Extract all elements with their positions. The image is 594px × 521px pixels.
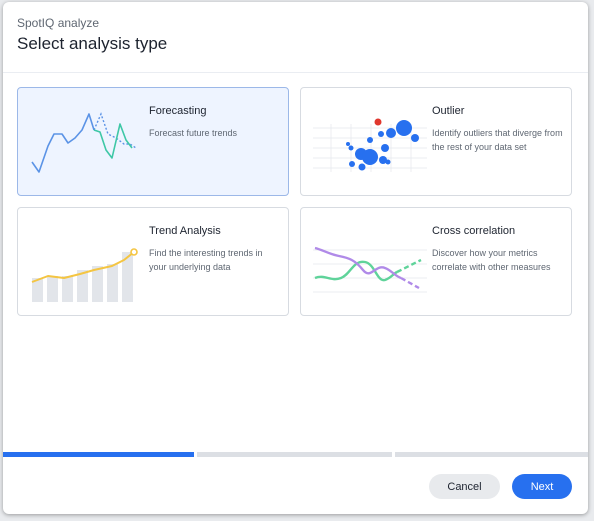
analysis-dialog: SpotIQ analyze Select analysis type Fore…: [3, 2, 588, 514]
progress-step-1: [3, 452, 194, 457]
next-button[interactable]: Next: [512, 474, 572, 499]
card-forecasting[interactable]: Forecasting Forecast future trends: [17, 87, 289, 196]
dialog-header: SpotIQ analyze Select analysis type: [3, 2, 588, 73]
correlation-wave-icon: [313, 246, 427, 293]
card-description: Find the interesting trends in your unde…: [149, 248, 263, 272]
card-trend-analysis[interactable]: Trend Analysis Find the interesting tren…: [17, 207, 289, 316]
card-description: Discover how your metrics correlate with…: [432, 248, 551, 272]
card-cross-correlation[interactable]: Cross correlation Discover how your metr…: [300, 207, 572, 316]
card-description: Identify outliers that diverge from the …: [432, 128, 563, 152]
card-title: Outlier: [432, 105, 465, 117]
card-description: Forecast future trends: [149, 128, 238, 138]
outlier-point: [374, 118, 382, 126]
card-title: Cross correlation: [432, 225, 516, 237]
outlier-scatter-icon: [313, 118, 427, 172]
cancel-button[interactable]: Cancel: [429, 474, 500, 499]
step-progress: [3, 452, 588, 457]
dialog-title: Select analysis type: [17, 34, 168, 53]
forecast-line-chart-icon: [31, 112, 137, 173]
card-outlier[interactable]: Outlier Identify outliers that diverge f…: [300, 87, 572, 196]
trend-bar-line-icon: [31, 248, 138, 302]
progress-step-3: [395, 452, 588, 457]
progress-step-2: [197, 452, 392, 457]
card-title: Forecasting: [149, 105, 207, 117]
card-title: Trend Analysis: [149, 225, 221, 237]
dialog-subtitle: SpotIQ analyze: [17, 16, 100, 30]
